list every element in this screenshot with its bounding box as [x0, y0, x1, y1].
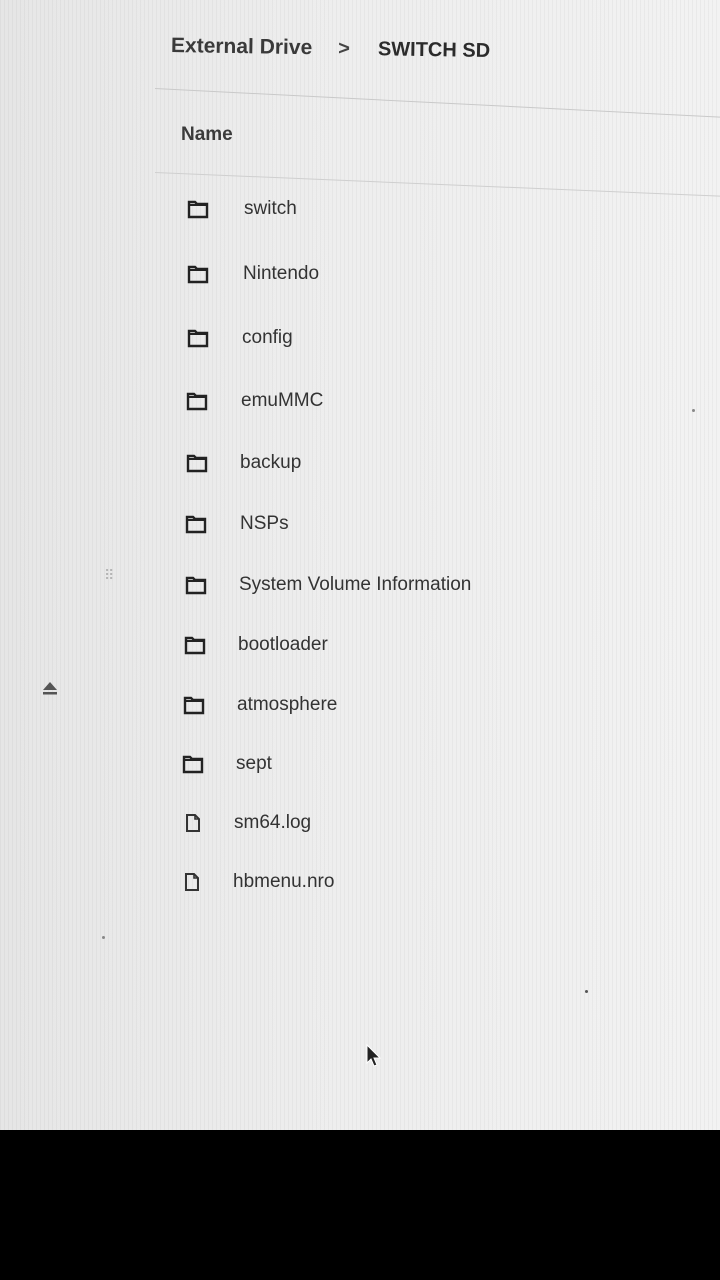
item-name: System Volume Information [239, 574, 472, 595]
mouse-cursor-icon [366, 1043, 382, 1067]
folder-icon [186, 392, 208, 411]
item-name: sept [236, 753, 272, 774]
file-row[interactable]: hbmenu.nro [181, 862, 334, 902]
item-name: hbmenu.nro [233, 871, 335, 892]
sidebar [0, 0, 155, 1130]
item-name: backup [240, 452, 302, 473]
breadcrumb-current[interactable]: SWITCH SD [378, 38, 491, 63]
screen-speck [102, 936, 105, 939]
eject-icon[interactable] [41, 680, 59, 696]
folder-icon [185, 576, 207, 595]
divider [154, 88, 720, 120]
file-icon [186, 814, 200, 832]
folder-icon [184, 636, 206, 655]
folder-icon [187, 329, 209, 348]
chevron-right-icon: > [338, 37, 351, 60]
folder-icon [186, 454, 208, 473]
item-name: config [242, 327, 293, 348]
folder-row[interactable]: System Volume Information [185, 565, 471, 605]
folder-row[interactable]: config [187, 318, 293, 358]
item-name: atmosphere [237, 694, 338, 715]
file-icon [185, 873, 199, 891]
folder-row[interactable]: atmosphere [183, 685, 337, 725]
file-manager-window: ⠿ External Drive > SWITCH SD Name switch… [0, 0, 720, 1130]
item-name: bootloader [238, 634, 328, 655]
item-name: Nintendo [243, 263, 320, 284]
folder-row[interactable]: Nintendo [187, 254, 319, 294]
folder-row[interactable]: NSPs [185, 504, 289, 544]
folder-row[interactable]: backup [186, 443, 301, 483]
column-header-name[interactable]: Name [181, 124, 233, 146]
breadcrumb: External Drive > SWITCH SD [171, 34, 490, 63]
item-name: switch [244, 198, 297, 219]
folder-row[interactable]: switch [187, 189, 297, 229]
item-name: NSPs [240, 513, 289, 534]
breadcrumb-root[interactable]: External Drive [171, 34, 313, 60]
folder-icon [187, 200, 209, 219]
folder-icon [182, 755, 204, 774]
item-name: sm64.log [234, 812, 312, 833]
folder-row[interactable]: sept [182, 744, 272, 784]
folder-row[interactable]: bootloader [184, 625, 328, 665]
folder-icon [183, 696, 205, 715]
item-name: emuMMC [241, 390, 324, 411]
screen-speck [692, 409, 695, 412]
screen-speck [585, 990, 588, 993]
file-row[interactable]: sm64.log [182, 803, 311, 843]
drag-handle-icon[interactable]: ⠿ [104, 568, 116, 590]
folder-icon [187, 265, 209, 284]
folder-icon [185, 515, 207, 534]
folder-row[interactable]: emuMMC [186, 381, 323, 421]
